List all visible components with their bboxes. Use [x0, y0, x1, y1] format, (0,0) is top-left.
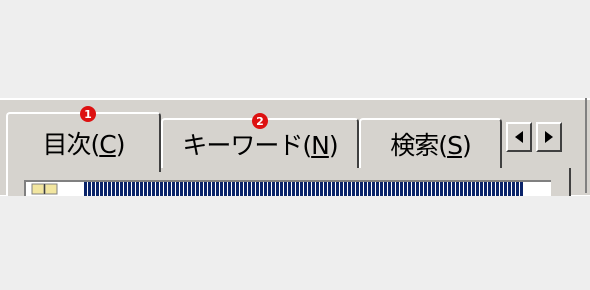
annotation-badge-2: 2 — [252, 113, 268, 129]
annotation-badge-1: 1 — [80, 106, 96, 122]
tab-keyword-label: キーワード(N) — [182, 131, 338, 160]
triangle-right-icon — [545, 131, 553, 143]
tab-scroll-right-button[interactable] — [536, 122, 562, 152]
tab-contents-label: 目次(C) — [42, 130, 126, 159]
tab-search[interactable]: 検索(S) — [359, 118, 502, 168]
book-icon — [31, 183, 58, 195]
selected-tree-item[interactable] — [84, 182, 524, 196]
triangle-left-icon — [515, 131, 523, 143]
contents-tree[interactable] — [24, 180, 551, 196]
window-right-edge — [585, 98, 587, 193]
tab-scroll-left-button[interactable] — [506, 122, 532, 152]
tab-search-label: 検索(S) — [390, 131, 471, 160]
